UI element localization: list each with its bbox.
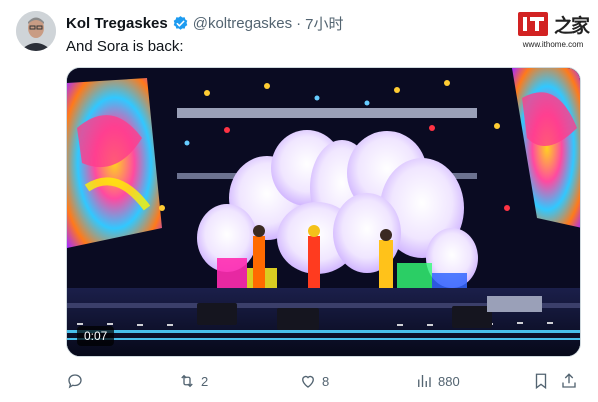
- views-count: 880: [438, 373, 460, 389]
- watermark-url: www.ithome.com: [522, 40, 584, 49]
- video-duration: 0:07: [77, 326, 115, 346]
- reply-button[interactable]: [66, 368, 89, 394]
- author-handle[interactable]: @koltregaskes: [193, 15, 292, 32]
- bookmark-button[interactable]: [532, 368, 550, 394]
- verified-badge-icon: [173, 16, 188, 30]
- ithome-logo-icon: 之 家: [518, 12, 591, 37]
- action-bar: 2 8 880: [66, 368, 582, 394]
- avatar[interactable]: [16, 11, 56, 51]
- avatar-photo: [16, 11, 56, 51]
- reply-icon: [68, 374, 82, 389]
- retweet-icon: [181, 374, 193, 388]
- share-icon: [562, 373, 576, 388]
- bookmark-icon: [535, 373, 547, 390]
- tweet-time[interactable]: 7小时: [305, 13, 343, 34]
- ithome-watermark: 之 家 www.ithome.com: [516, 10, 591, 52]
- share-button[interactable]: [560, 368, 578, 394]
- author-name[interactable]: Kol Tregaskes: [66, 15, 168, 32]
- views-chart-icon: [418, 375, 431, 387]
- retweet-button[interactable]: 2: [178, 368, 208, 394]
- retweet-count: 2: [201, 373, 209, 389]
- views-button[interactable]: 880: [415, 368, 460, 394]
- separator-dot: ·: [296, 15, 302, 32]
- tweet-header: Kol Tregaskes @koltregaskes · 7小时: [66, 13, 344, 34]
- like-button[interactable]: 8: [299, 368, 329, 394]
- tweet-text: And Sora is back:: [66, 38, 184, 55]
- like-count: 8: [322, 373, 330, 389]
- svg-text:家: 家: [571, 14, 590, 37]
- video-thumbnail: [67, 68, 580, 356]
- heart-icon: [302, 375, 314, 388]
- video-player[interactable]: 0:07: [66, 67, 581, 357]
